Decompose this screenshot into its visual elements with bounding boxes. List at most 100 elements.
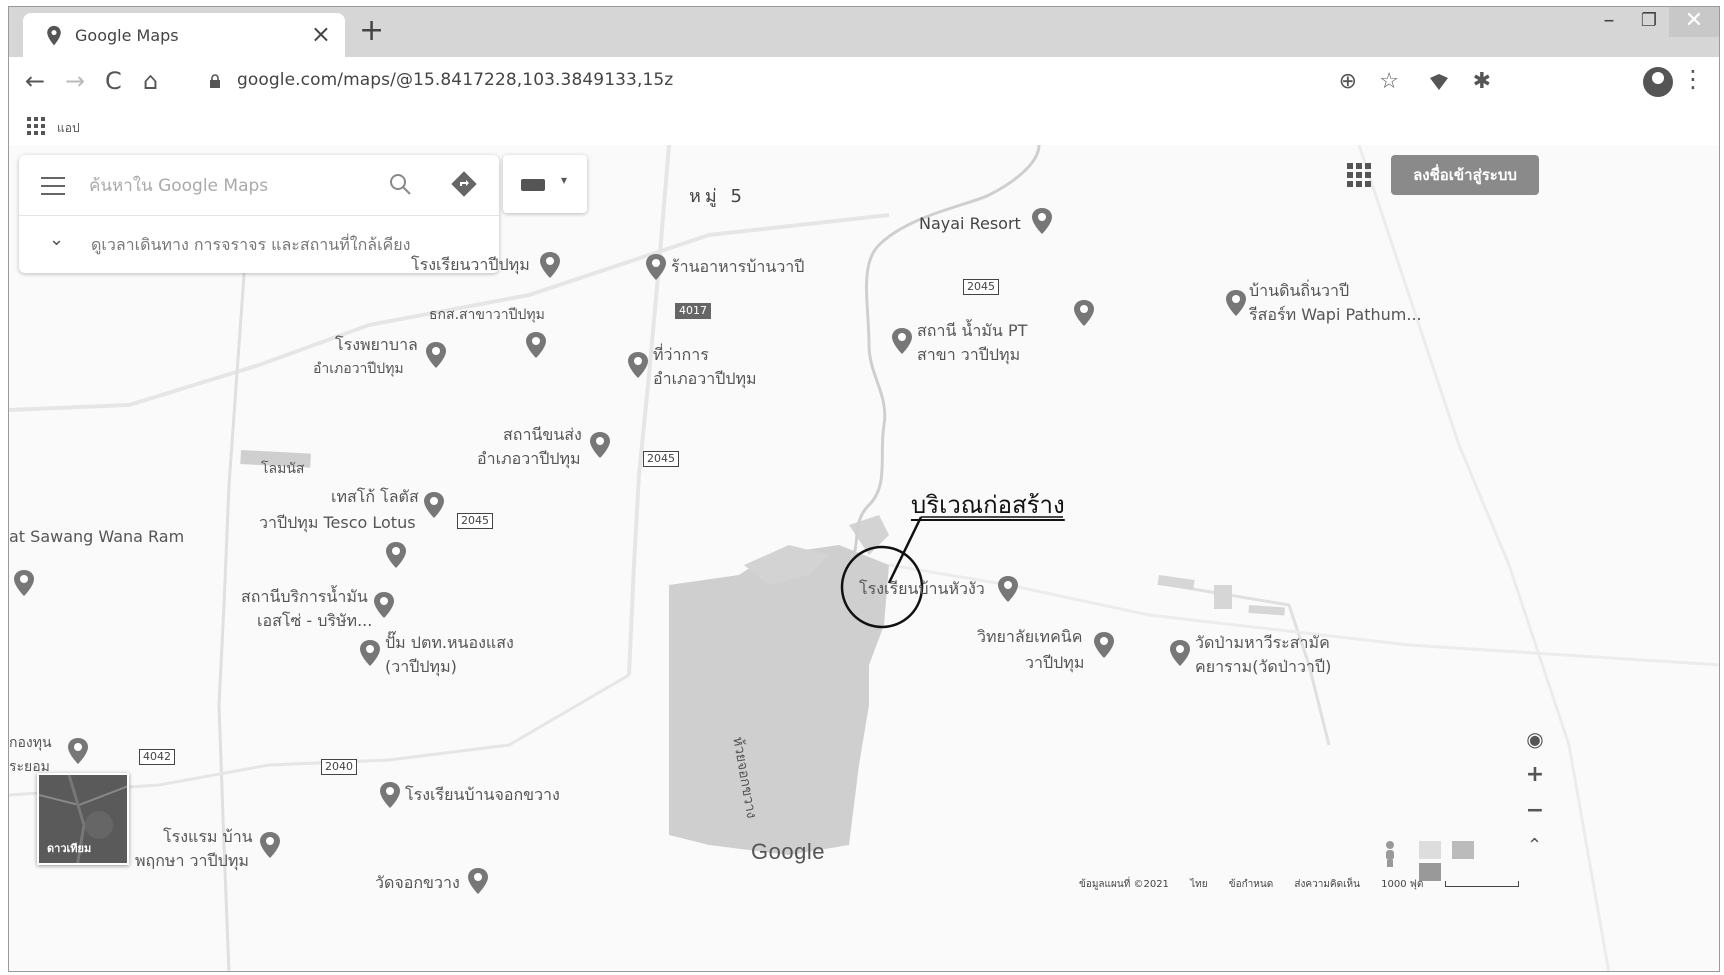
- place-label[interactable]: อำเภอวาปีปทุม: [313, 357, 404, 381]
- place-label[interactable]: รีสอร์ท Wapi Pathum...: [1249, 303, 1422, 327]
- reload-icon[interactable]: C: [105, 67, 122, 95]
- back-icon[interactable]: ←: [25, 67, 45, 95]
- language-link[interactable]: ไทย: [1190, 879, 1207, 890]
- hamburger-menu-icon[interactable]: [41, 177, 65, 195]
- place-label[interactable]: ร้านอาหารบ้านวาปี: [671, 255, 804, 279]
- place-label[interactable]: สถานีบริการน้ำมัน: [241, 585, 368, 609]
- google-apps-icon[interactable]: [1347, 163, 1371, 187]
- home-icon[interactable]: ⌂: [143, 67, 158, 95]
- place-label[interactable]: at Sawang Wana Ram: [9, 525, 184, 549]
- gas-station-pin-icon[interactable]: [891, 327, 913, 355]
- place-label[interactable]: วัดจอกขวาง: [375, 871, 460, 895]
- gas-station-pin-icon[interactable]: [373, 591, 395, 619]
- place-label[interactable]: โรงเรียนบ้านจอกขวาง: [405, 783, 560, 807]
- tab-close-icon[interactable]: ×: [311, 20, 331, 48]
- new-tab-icon[interactable]: +: [359, 13, 384, 48]
- keyboard-icon: [521, 179, 545, 191]
- school-pin-icon[interactable]: [997, 575, 1019, 603]
- puzzle-icon[interactable]: ✱: [1473, 69, 1491, 94]
- scale-label[interactable]: 1000 ฟุต: [1381, 879, 1423, 890]
- place-label[interactable]: บ้านดินถิ่นวาปี: [1249, 279, 1349, 303]
- forward-icon[interactable]: →: [65, 67, 85, 95]
- shopping-pin-icon[interactable]: [385, 541, 407, 569]
- place-label[interactable]: สาขา วาปีปทุม: [917, 343, 1020, 367]
- hotel-pin-icon[interactable]: [259, 831, 281, 859]
- place-label[interactable]: โรงพยาบาล: [335, 333, 418, 357]
- place-label[interactable]: โรงเรียนวาปีปทุม: [411, 253, 530, 277]
- search-icon[interactable]: [387, 171, 413, 197]
- temple-pin-icon[interactable]: [1169, 639, 1191, 667]
- school-pin-icon[interactable]: [1093, 631, 1115, 659]
- temple-pin-icon[interactable]: [467, 867, 489, 895]
- restaurant-pin-icon[interactable]: [645, 253, 667, 281]
- place-label[interactable]: อำเภอวาปีปทุม: [653, 367, 757, 391]
- road-shield: 2040: [321, 759, 357, 775]
- place-label[interactable]: วัดป่ามหาวีระสามัค: [1195, 631, 1330, 655]
- layers-preview[interactable]: [1419, 841, 1509, 881]
- apps-grid-icon[interactable]: [27, 117, 45, 135]
- satellite-toggle[interactable]: ดาวเทียม: [37, 773, 129, 865]
- input-tools-button[interactable]: ▾: [503, 155, 587, 213]
- bank-pin-icon[interactable]: [525, 331, 547, 359]
- feedback-link[interactable]: ส่งความคิดเห็น: [1294, 879, 1360, 890]
- place-label[interactable]: คยาราม(วัดป่าวาปี): [1195, 655, 1331, 679]
- menu-dots-icon[interactable]: ⋮: [1681, 65, 1705, 93]
- government-pin-icon[interactable]: [627, 351, 649, 379]
- place-label[interactable]: สถานี น้ำมัน PT: [917, 319, 1027, 343]
- tab-google-maps[interactable]: Google Maps ×: [23, 13, 345, 57]
- resort-pin-icon[interactable]: [1225, 289, 1247, 317]
- zoom-in-button[interactable]: +: [1515, 757, 1555, 793]
- search-input[interactable]: [89, 169, 359, 203]
- school-pin-icon[interactable]: [379, 781, 401, 809]
- place-label[interactable]: เทสโก้ โลตัส: [331, 485, 419, 509]
- terms-link[interactable]: ข้อกำหนด: [1229, 879, 1273, 890]
- place-label[interactable]: Nayai Resort: [919, 212, 1021, 236]
- map-data-credit[interactable]: ข้อมูลแผนที่ ©2021: [1079, 879, 1169, 890]
- map-canvas[interactable]: ⌄ ดูเวลาเดินทาง การจราจร และสถานที่ใกล้เ…: [9, 145, 1719, 971]
- place-label[interactable]: พฤกษา วาปีปทุม: [135, 849, 249, 873]
- place-label[interactable]: สถานีขนส่ง: [503, 423, 582, 447]
- place-label[interactable]: วาปีปทุม: [1025, 651, 1084, 675]
- place-label[interactable]: (วาปีปทุม): [385, 655, 457, 679]
- attraction-pin-icon[interactable]: [1073, 299, 1095, 327]
- road-shield: 4042: [139, 749, 175, 765]
- chevron-down-icon[interactable]: ⌄: [49, 229, 64, 250]
- place-label: โลมนัส: [261, 461, 305, 477]
- gas-station-pin-icon[interactable]: [359, 639, 381, 667]
- star-icon[interactable]: ☆: [1379, 69, 1399, 94]
- close-icon[interactable]: ✕: [1669, 7, 1719, 37]
- address-bar[interactable]: google.com/maps/@15.8417228,103.3849133,…: [237, 70, 673, 90]
- shopping-pin-icon[interactable]: [423, 491, 445, 519]
- temple-pin-icon[interactable]: [13, 569, 35, 597]
- place-label[interactable]: โรงเรียนบ้านหัวงัว: [859, 577, 985, 601]
- place-label[interactable]: เอสโซ่ - บริษัท...: [257, 609, 372, 633]
- school-pin-icon[interactable]: [539, 251, 561, 279]
- directions-icon[interactable]: [449, 169, 479, 199]
- place-label[interactable]: กองทุน: [9, 731, 52, 755]
- my-location-icon[interactable]: ◉: [1515, 721, 1555, 757]
- add-icon[interactable]: ⊕: [1339, 69, 1357, 94]
- place-label[interactable]: วาปีปทุม Tesco Lotus: [259, 511, 416, 535]
- explore-nearby-text[interactable]: ดูเวลาเดินทาง การจราจร และสถานที่ใกล้เคี…: [91, 233, 410, 258]
- extension-shield-icon[interactable]: [1427, 72, 1451, 92]
- hospital-pin-icon[interactable]: [425, 341, 447, 369]
- place-label[interactable]: วิทยาลัยเทคนิค: [977, 625, 1082, 649]
- maximize-icon[interactable]: ❐: [1629, 7, 1669, 37]
- minimize-icon[interactable]: –: [1589, 7, 1629, 37]
- sign-in-button[interactable]: ลงชื่อเข้าสู่ระบบ: [1391, 155, 1539, 195]
- chevron-up-icon[interactable]: ⌃: [1527, 835, 1542, 856]
- hotel-pin-icon[interactable]: [1031, 207, 1053, 235]
- bus-station-pin-icon[interactable]: [589, 431, 611, 459]
- place-label[interactable]: ปั๊ม ปตท.หนองแสง: [385, 631, 514, 655]
- road-shield: 2045: [643, 451, 679, 467]
- profile-avatar-icon[interactable]: [1643, 67, 1673, 97]
- place-pin-icon[interactable]: [67, 737, 89, 765]
- zoom-out-button[interactable]: −: [1515, 793, 1555, 829]
- place-label[interactable]: โรงแรม บ้าน: [163, 825, 253, 849]
- caret-down-icon: ▾: [561, 173, 568, 187]
- place-label[interactable]: อำเภอวาปีปทุม: [477, 447, 581, 471]
- place-label[interactable]: ธกส.สาขาวาปีปทุม: [429, 303, 545, 327]
- pegman-icon[interactable]: [1377, 839, 1403, 867]
- place-label[interactable]: ที่ว่าการ: [653, 343, 709, 367]
- apps-bookmark-label[interactable]: แอป: [57, 119, 80, 138]
